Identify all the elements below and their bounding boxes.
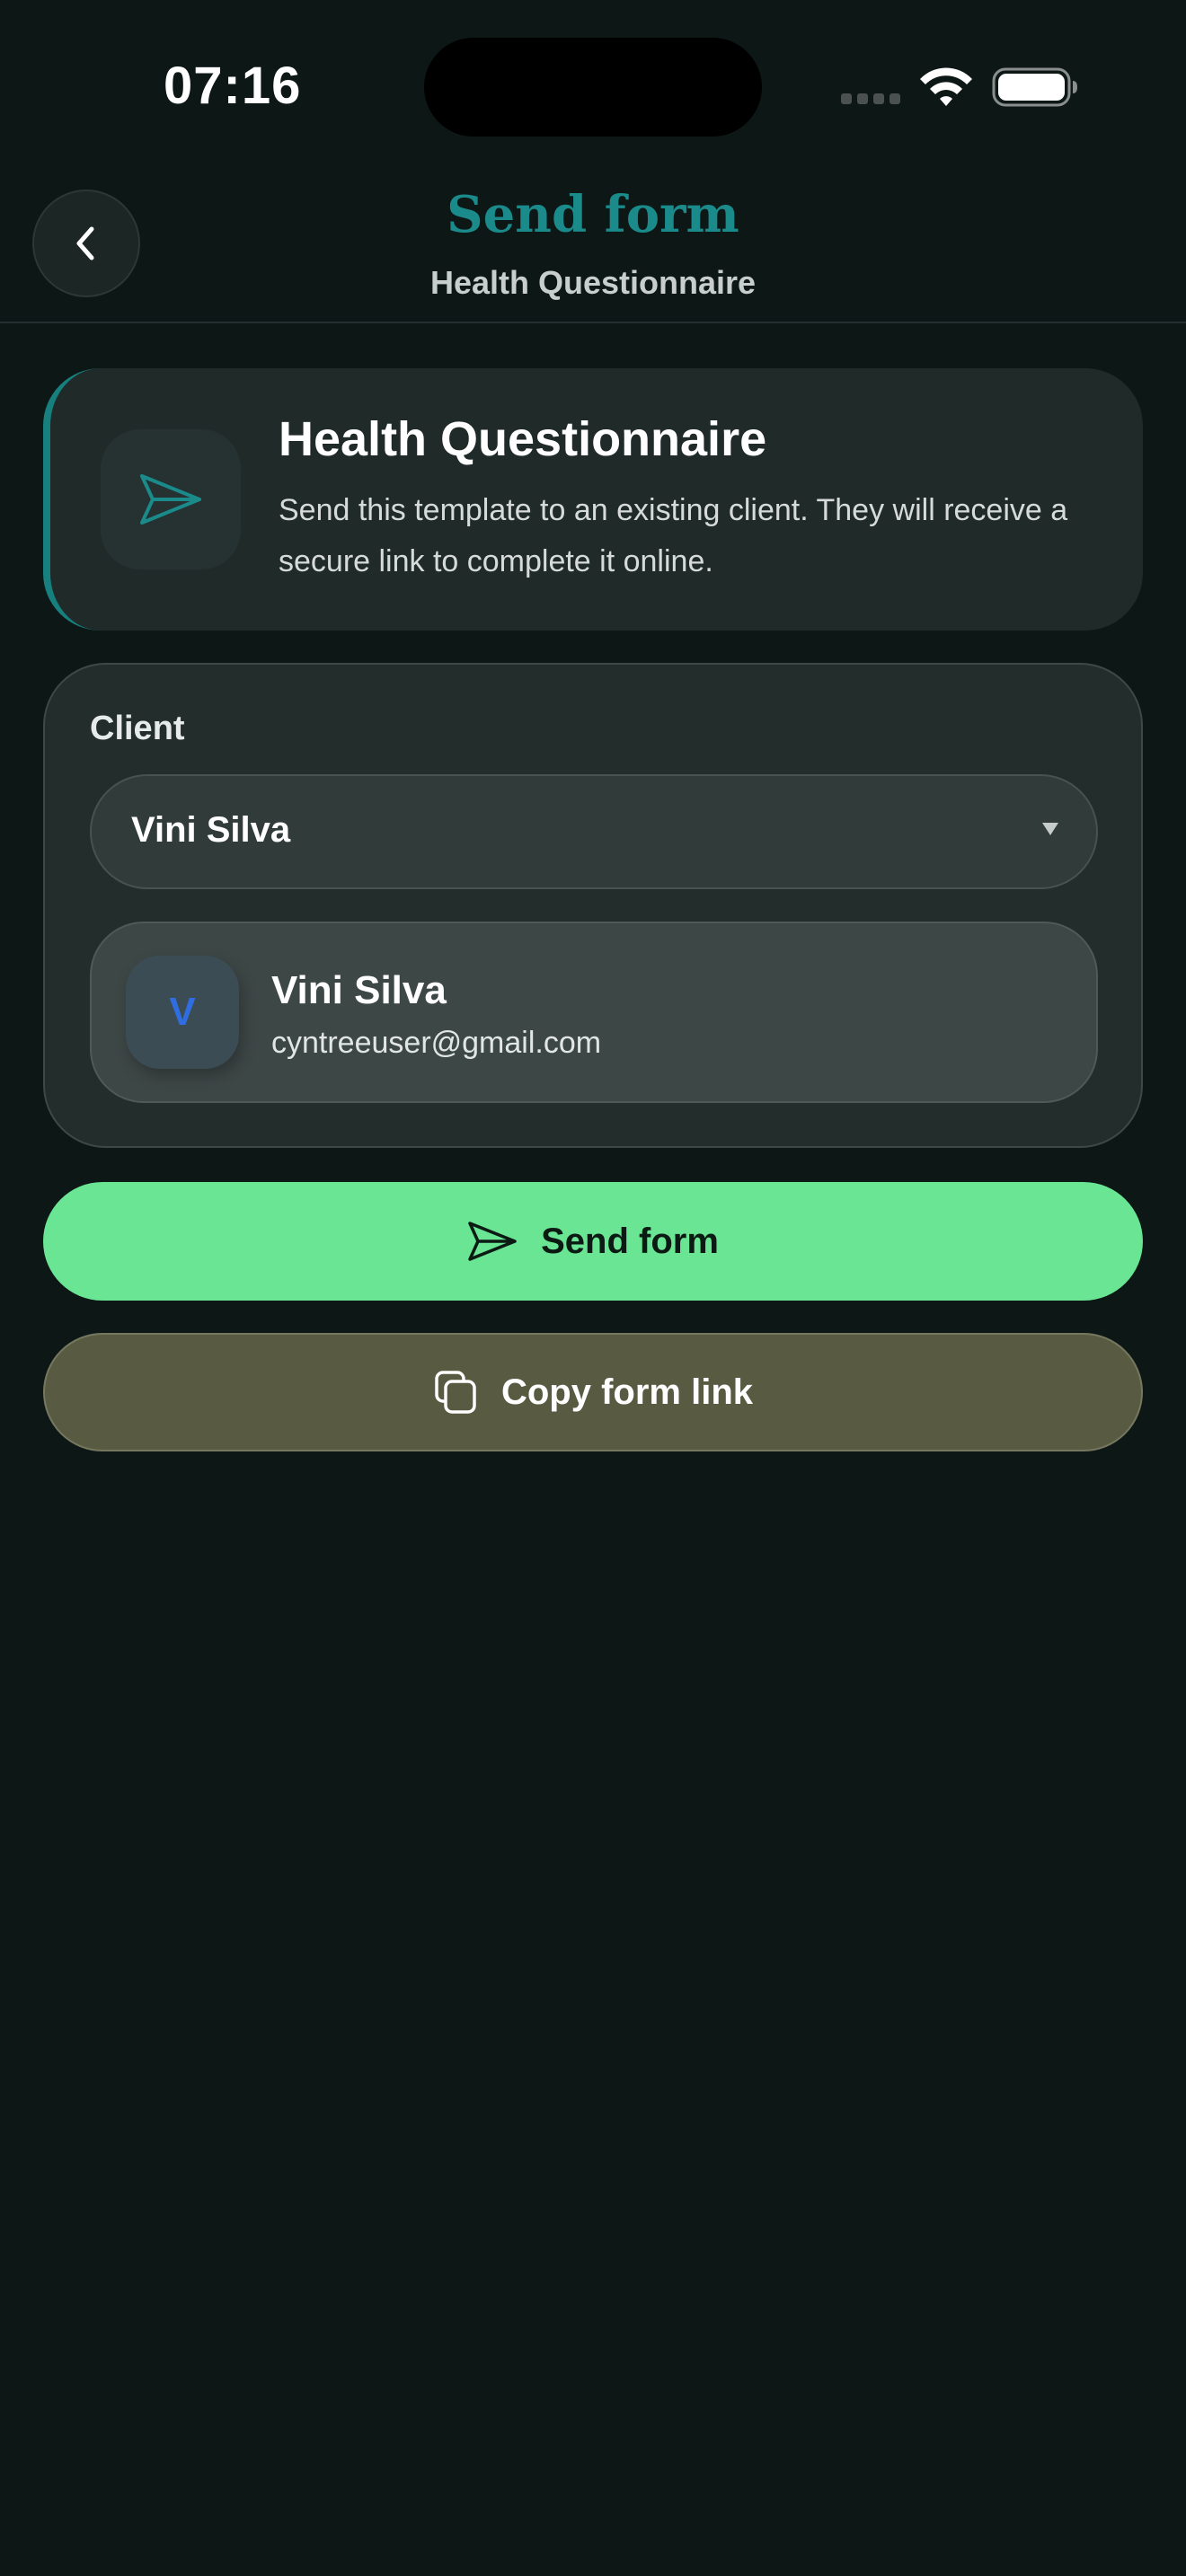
client-card: Client Vini Silva V Vini Silva cyntreeus… bbox=[43, 663, 1143, 1148]
client-label: Client bbox=[90, 710, 185, 747]
template-icon-box bbox=[101, 429, 241, 569]
send-form-button[interactable]: Send form bbox=[43, 1182, 1143, 1301]
client-name: Vini Silva bbox=[271, 968, 447, 1012]
header-divider bbox=[0, 322, 1186, 323]
client-select-value: Vini Silva bbox=[131, 810, 291, 850]
send-form-screen: 07:16 Send form Health Questionnaire Hea… bbox=[0, 0, 1186, 2576]
send-form-label: Send form bbox=[541, 1221, 719, 1261]
copy-form-link-button[interactable]: Copy form link bbox=[43, 1333, 1143, 1451]
copy-form-link-label: Copy form link bbox=[500, 1372, 754, 1412]
avatar: V bbox=[126, 956, 239, 1069]
battery-icon bbox=[992, 67, 1077, 107]
page-title: Send form bbox=[447, 185, 739, 244]
chevron-down-icon bbox=[1042, 823, 1058, 835]
template-title: Health Questionnaire bbox=[279, 412, 767, 466]
send-icon bbox=[140, 474, 201, 525]
send-icon bbox=[468, 1222, 517, 1261]
client-email: cyntreeuser@gmail.com bbox=[271, 1026, 602, 1060]
cellular-signal-icon bbox=[841, 93, 900, 104]
template-info-card: Health Questionnaire Send this template … bbox=[43, 368, 1143, 631]
wifi-icon bbox=[920, 67, 972, 106]
template-description: Send this template to an existing client… bbox=[279, 493, 1068, 578]
dynamic-island bbox=[424, 38, 762, 137]
selected-client-info: V Vini Silva cyntreeuser@gmail.com bbox=[90, 922, 1098, 1103]
client-select[interactable]: Vini Silva bbox=[90, 774, 1098, 889]
page-subtitle: Health Questionnaire bbox=[429, 264, 757, 301]
status-time: 07:16 bbox=[164, 57, 302, 115]
copy-icon bbox=[435, 1371, 476, 1414]
